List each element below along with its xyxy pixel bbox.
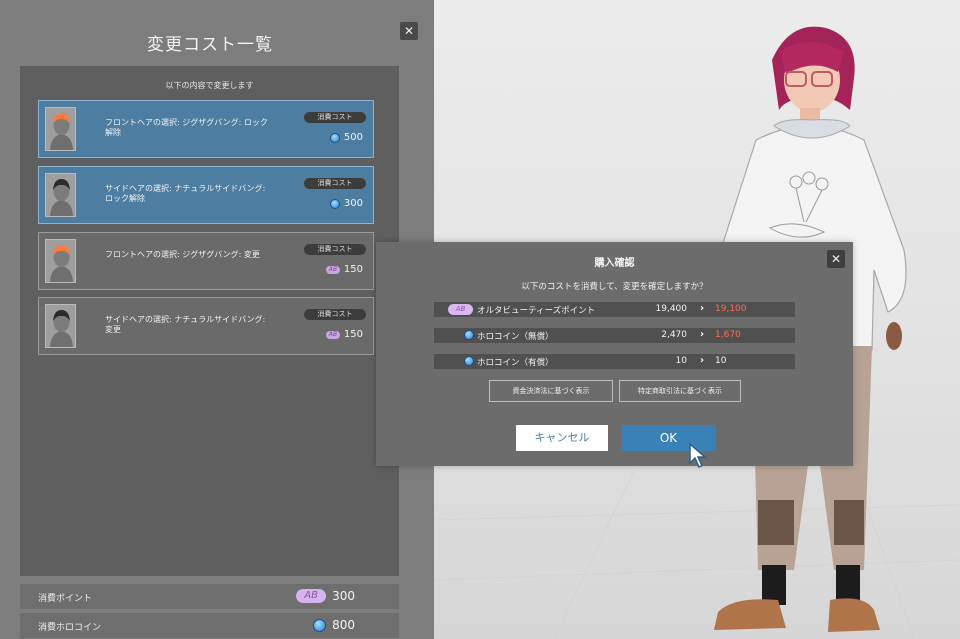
altabeauties-point-icon: AB <box>296 589 327 603</box>
cost-price-value: 500 <box>343 132 363 143</box>
row-before: 19,400 <box>655 304 688 314</box>
summary-value: 300 <box>332 589 355 603</box>
cost-item-label: フロントヘアの選択: ジグザグバング: 変更 <box>105 250 260 259</box>
row-label: オルタビューティーズポイント <box>477 306 596 316</box>
cost-row-holocoin-paid: ホロコイン（有償） 10 › 10 <box>434 354 795 369</box>
cost-tag-badge: 消費コスト <box>304 112 366 123</box>
row-label: ホロコイン（有償） <box>477 358 554 368</box>
hair-thumbnail <box>45 107 76 151</box>
row-before: 2,470 <box>661 330 687 340</box>
cost-list-caption: 以下の内容で変更します <box>165 81 254 90</box>
chevron-right-icon: › <box>700 355 705 366</box>
holocoin-icon <box>464 356 474 366</box>
chevron-right-icon: › <box>700 303 705 314</box>
dialog-close-button[interactable]: ✕ <box>827 250 845 268</box>
holocoin-icon <box>464 330 474 340</box>
cost-list-item[interactable]: フロントヘアの選択: ジグザグバング: 変更 消費コスト AB 150 <box>38 232 374 290</box>
row-after: 19,100 <box>715 304 747 314</box>
cost-price-value: 150 <box>343 329 363 340</box>
cost-tag-badge: 消費コスト <box>304 178 366 189</box>
mouse-cursor-icon <box>689 443 708 469</box>
dialog-message: 以下のコストを消費して、変更を確定しますか？ <box>521 282 708 292</box>
cost-price-value: 300 <box>343 198 363 209</box>
change-cost-panel: 変更コスト一覧 ✕ 以下の内容で変更します フロントヘアの選択: ジグザグバング… <box>0 0 434 639</box>
holocoin-icon <box>329 198 340 209</box>
cost-tag-badge: 消費コスト <box>304 309 366 320</box>
cost-price: 500 <box>329 132 363 143</box>
cost-row-altabeauties-point: AB オルタビューティーズポイント 19,400 › 19,100 <box>434 302 795 317</box>
row-after: 1,670 <box>715 330 741 340</box>
dialog-title: 購入確認 <box>594 258 635 269</box>
hair-thumbnail <box>45 239 76 283</box>
cost-list[interactable]: 以下の内容で変更します フロントヘアの選択: ジグザグバング: ロック解除消費コ… <box>20 66 399 576</box>
row-label: ホロコイン（無償） <box>477 332 554 342</box>
summary-label: 消費ポイント <box>38 594 93 604</box>
row-before: 10 <box>675 356 687 366</box>
panel-title: 変更コスト一覧 <box>147 35 273 55</box>
summary-label: 消費ホロコイン <box>38 623 102 633</box>
holocoin-icon <box>329 132 340 143</box>
summary-row-points: 消費ポイント AB 300 <box>20 584 399 609</box>
cost-tag-badge: 消費コスト <box>304 244 366 255</box>
altabeauties-point-icon: AB <box>448 304 473 315</box>
cost-item-label: サイドヘアの選択: ナチュラルサイドバング: ロック解除 <box>105 184 266 203</box>
payment-services-act-button[interactable]: 資金決済法に基づく表示 <box>489 380 613 402</box>
row-after: 10 <box>715 356 727 366</box>
hair-thumbnail <box>45 173 76 217</box>
altabeauties-point-icon: AB <box>325 265 340 274</box>
cancel-button[interactable]: キャンセル <box>516 425 608 451</box>
cost-price: AB 150 <box>325 264 363 275</box>
cost-list-item[interactable]: フロントヘアの選択: ジグザグバング: ロック解除 消費コスト 500 <box>38 100 374 158</box>
holocoin-icon <box>313 618 327 632</box>
purchase-confirm-dialog: 購入確認 ✕ 以下のコストを消費して、変更を確定しますか？ AB オルタビューテ… <box>376 242 853 466</box>
cost-item-label: サイドヘアの選択: ナチュラルサイドバング: 変更 <box>105 315 266 334</box>
cost-row-holocoin-free: ホロコイン（無償） 2,470 › 1,670 <box>434 328 795 343</box>
chevron-right-icon: › <box>700 329 705 340</box>
summary-value: 800 <box>332 618 355 632</box>
panel-close-button[interactable]: ✕ <box>400 22 418 40</box>
cost-price-value: 150 <box>343 264 363 275</box>
summary-row-holocoin: 消費ホロコイン 800 <box>20 613 399 638</box>
specified-commercial-transactions-button[interactable]: 特定商取引法に基づく表示 <box>619 380 741 402</box>
cost-price: 300 <box>329 198 363 209</box>
cost-price: AB 150 <box>325 329 363 340</box>
altabeauties-point-icon: AB <box>325 330 340 339</box>
cost-item-label: フロントヘアの選択: ジグザグバング: ロック解除 <box>105 118 268 137</box>
cost-list-item[interactable]: サイドヘアの選択: ナチュラルサイドバング: 変更 消費コスト AB 150 <box>38 297 374 355</box>
hair-thumbnail <box>45 304 76 348</box>
cost-list-item[interactable]: サイドヘアの選択: ナチュラルサイドバング: ロック解除 消費コスト 300 <box>38 166 374 224</box>
